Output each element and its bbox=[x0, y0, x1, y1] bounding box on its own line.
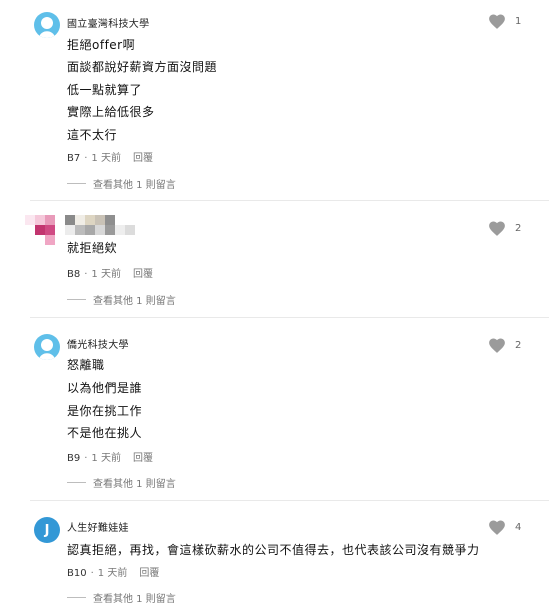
comment-b7: 國立臺灣科技大學 拒絕offer啊 面談都說好薪資方面沒問題 低一點就算了 實際… bbox=[0, 0, 549, 200]
like-button[interactable]: 1 bbox=[488, 13, 521, 29]
reply-button[interactable]: 回覆 bbox=[133, 153, 153, 164]
reply-button[interactable]: 回覆 bbox=[133, 453, 153, 464]
comment-text-line: 拒絕offer啊 bbox=[67, 38, 136, 52]
like-count: 4 bbox=[515, 521, 522, 533]
comment-text-line: 認真拒絕，再找，會這樣砍薪水的公司不值得去，也代表該公司沒有競爭力 bbox=[67, 543, 480, 557]
floor-number: B7 bbox=[67, 153, 81, 164]
like-count: 1 bbox=[515, 15, 522, 27]
view-more-replies[interactable]: 查看其他 1 則留言 bbox=[67, 176, 176, 191]
like-button[interactable]: 4 bbox=[488, 519, 521, 535]
heart-icon bbox=[489, 338, 505, 353]
comment-meta: B9 · 1 天前 回覆 bbox=[67, 453, 153, 464]
view-more-replies[interactable]: 查看其他 1 則留言 bbox=[67, 292, 176, 307]
comment-text-line: 就拒絕欸 bbox=[67, 241, 118, 255]
comment-b9: 僑光科技大學 怒離職 以為他們是誰 是你在挑工作 不是他在挑人 B9 · 1 天前回… bbox=[0, 318, 549, 500]
view-more-label: 查看其他 1 則留言 bbox=[93, 296, 176, 307]
anonymous-avatar-icon[interactable] bbox=[34, 12, 60, 38]
view-more-label: 查看其他 1 則留言 bbox=[93, 594, 176, 605]
comment-text-line: 這不太行 bbox=[67, 128, 118, 142]
view-more-replies[interactable]: 查看其他 1 則留言 bbox=[67, 590, 176, 605]
comment-text-line: 怒離職 bbox=[67, 358, 105, 372]
like-count: 2 bbox=[515, 339, 522, 351]
comment-text-line: 面談都說好薪資方面沒問題 bbox=[67, 60, 218, 74]
timestamp: 1 天前 bbox=[97, 568, 128, 579]
reply-button[interactable]: 回覆 bbox=[133, 269, 153, 280]
author-school[interactable]: 僑光科技大學 bbox=[67, 336, 129, 351]
comment-text-line: 不是他在挑人 bbox=[67, 426, 143, 440]
like-button[interactable]: 2 bbox=[488, 337, 521, 353]
author-school[interactable]: 國立臺灣科技大學 bbox=[67, 15, 149, 30]
timestamp: 1 天前 bbox=[91, 453, 121, 464]
author-name[interactable]: 人生好難娃娃 bbox=[67, 519, 129, 534]
view-more-label: 查看其他 1 則留言 bbox=[93, 479, 176, 490]
floor-number: B8 bbox=[67, 269, 81, 280]
floor-number: B10 bbox=[67, 568, 87, 579]
comment-meta: B10 · 1 天前 回覆 bbox=[67, 568, 160, 579]
comment-b10: J 人生好難娃娃 認真拒絕，再找，會這樣砍薪水的公司不值得去，也代表該公司沒有競… bbox=[0, 501, 549, 611]
comment-meta: B7 · 1 天前 回覆 bbox=[67, 153, 153, 164]
heart-icon bbox=[489, 14, 505, 29]
anonymous-avatar-icon[interactable] bbox=[34, 334, 60, 360]
view-more-label: 查看其他 1 則留言 bbox=[93, 180, 176, 191]
comment-text-line: 以為他們是誰 bbox=[67, 381, 143, 395]
comment-meta: B8 · 1 天前 回覆 bbox=[67, 269, 153, 280]
heart-icon bbox=[489, 221, 505, 236]
heart-icon bbox=[489, 520, 505, 535]
reply-button[interactable]: 回覆 bbox=[139, 568, 159, 579]
comment-b8: 就拒絕欸 B8 · 1 天前 回覆 查看其他 1 則留言 2 bbox=[0, 201, 549, 317]
comment-text-line: 是你在挑工作 bbox=[67, 404, 143, 418]
timestamp: 1 天前 bbox=[91, 153, 121, 164]
user-avatar[interactable]: J bbox=[34, 517, 60, 543]
comment-text-line: 實際上給低很多 bbox=[67, 105, 155, 119]
like-count: 2 bbox=[515, 222, 522, 234]
comment-text-line: 低一點就算了 bbox=[67, 83, 143, 97]
timestamp: 1 天前 bbox=[91, 269, 121, 280]
floor-number: B9 bbox=[67, 453, 81, 464]
view-more-replies[interactable]: 查看其他 1 則留言 bbox=[67, 475, 176, 490]
like-button[interactable]: 2 bbox=[488, 220, 521, 236]
